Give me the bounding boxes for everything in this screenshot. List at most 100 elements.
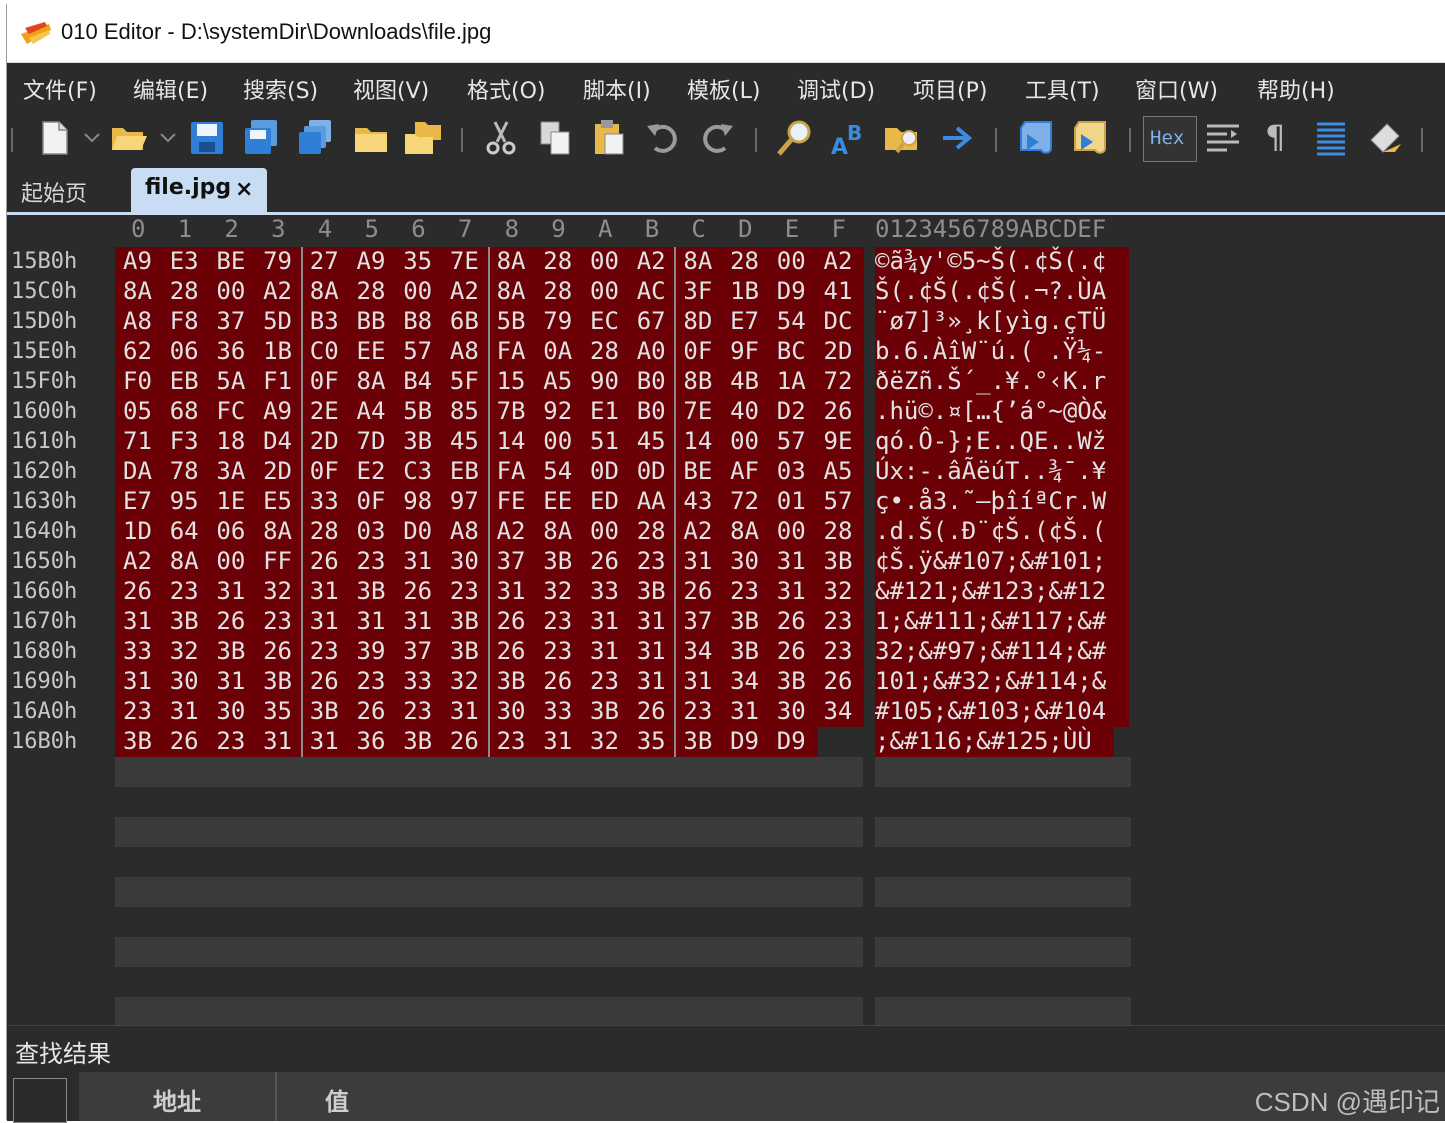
hex-byte[interactable]: 00	[777, 517, 806, 545]
hex-byte[interactable]: 57	[403, 337, 432, 365]
ascii-text[interactable]: .hü©.¤[…{’á°~@Ò&	[875, 397, 1106, 425]
hex-byte[interactable]: 5B	[497, 307, 526, 335]
run-script-icon[interactable]	[1017, 118, 1057, 158]
hex-byte[interactable]: 32	[543, 577, 572, 605]
hex-byte[interactable]: 57	[824, 487, 853, 515]
hex-byte[interactable]: D2	[777, 397, 806, 425]
hex-byte[interactable]: 35	[403, 247, 432, 275]
hex-byte[interactable]: 3B	[357, 577, 386, 605]
hex-byte[interactable]: 64	[170, 517, 199, 545]
hex-byte[interactable]: 3B	[777, 667, 806, 695]
paste-icon[interactable]	[589, 118, 629, 158]
hex-byte[interactable]: 3B	[403, 727, 432, 755]
hex-mode-icon[interactable]: Hex	[1143, 116, 1197, 162]
hex-byte[interactable]: 26	[497, 637, 526, 665]
hex-byte[interactable]: C3	[403, 457, 432, 485]
column-value[interactable]: 值	[277, 1072, 677, 1121]
hex-byte[interactable]: 45	[450, 427, 479, 455]
hex-byte[interactable]: 23	[450, 577, 479, 605]
hex-byte[interactable]: F1	[263, 367, 292, 395]
hex-byte[interactable]: 28	[590, 337, 619, 365]
ascii-text[interactable]: ©ã¾y'©5~Š(.¢Š(.¢	[875, 247, 1106, 275]
hex-byte[interactable]: 3B	[123, 727, 152, 755]
hex-byte[interactable]: 31	[637, 637, 666, 665]
hex-byte[interactable]: 3B	[730, 637, 759, 665]
hex-byte[interactable]: 03	[357, 517, 386, 545]
hex-byte[interactable]: 31	[590, 607, 619, 635]
hex-byte[interactable]: 5D	[263, 307, 292, 335]
hex-byte[interactable]: 31	[683, 667, 712, 695]
hex-byte[interactable]: D0	[403, 517, 432, 545]
hex-byte[interactable]: A8	[450, 517, 479, 545]
hex-byte[interactable]: 26	[824, 397, 853, 425]
hex-byte[interactable]: 3B	[637, 577, 666, 605]
hex-byte[interactable]: 8A	[123, 277, 152, 305]
hex-byte[interactable]: 31	[403, 547, 432, 575]
hex-byte[interactable]: 32	[450, 667, 479, 695]
hex-byte[interactable]: 30	[216, 697, 245, 725]
hex-byte[interactable]: 7D	[357, 427, 386, 455]
hex-byte[interactable]: 31	[170, 697, 199, 725]
hex-byte[interactable]: 3B	[730, 607, 759, 635]
ascii-text[interactable]: Úx:-.âÃëúT..¾¯.¥	[875, 457, 1106, 485]
hex-byte[interactable]: 3B	[403, 427, 432, 455]
cut-icon[interactable]	[481, 118, 521, 158]
ascii-text[interactable]: 1;&#111;&#117;&#	[875, 607, 1106, 635]
hex-byte[interactable]: 00	[777, 247, 806, 275]
hex-byte[interactable]: 31	[683, 547, 712, 575]
hex-byte[interactable]: 28	[730, 247, 759, 275]
ascii-text[interactable]: ;&#116;&#125;ÙÙ	[875, 727, 1092, 755]
hex-byte[interactable]: 00	[216, 547, 245, 575]
compare-icon[interactable]	[1203, 118, 1243, 158]
hex-byte[interactable]: 23	[590, 667, 619, 695]
hex-byte[interactable]: 23	[357, 667, 386, 695]
hex-byte[interactable]: 32	[590, 727, 619, 755]
hex-byte[interactable]: 3B	[170, 607, 199, 635]
hex-byte[interactable]: 30	[777, 697, 806, 725]
hex-byte[interactable]: A9	[263, 397, 292, 425]
hex-byte[interactable]: FA	[497, 457, 526, 485]
hex-byte[interactable]: 32	[170, 637, 199, 665]
hex-byte[interactable]: 95	[170, 487, 199, 515]
close-all-icon[interactable]	[403, 118, 443, 158]
hex-byte[interactable]: E5	[263, 487, 292, 515]
ascii-text[interactable]: ç•.å3.˜—þîíªCr.W	[875, 487, 1106, 515]
hex-byte[interactable]: 06	[170, 337, 199, 365]
hex-byte[interactable]: 26	[824, 667, 853, 695]
hex-byte[interactable]: 9F	[730, 337, 759, 365]
hex-byte[interactable]: EB	[450, 457, 479, 485]
hex-byte[interactable]: 72	[730, 487, 759, 515]
new-file-icon[interactable]	[35, 118, 75, 158]
hex-byte[interactable]: 5A	[216, 367, 245, 395]
hex-byte[interactable]: AF	[730, 457, 759, 485]
hex-byte[interactable]: 23	[497, 727, 526, 755]
hex-byte[interactable]: A2	[497, 517, 526, 545]
hex-byte[interactable]: FF	[263, 547, 292, 575]
hex-byte[interactable]: A2	[263, 277, 292, 305]
hex-byte[interactable]: 23	[730, 577, 759, 605]
hex-byte[interactable]: 36	[216, 337, 245, 365]
hex-byte[interactable]: 0A	[543, 337, 572, 365]
hex-byte[interactable]: 3B	[216, 637, 245, 665]
close-icon[interactable]: ×	[235, 177, 253, 202]
columns-icon[interactable]	[1311, 118, 1351, 158]
hex-byte[interactable]: 31	[590, 637, 619, 665]
hex-byte[interactable]: 26	[263, 637, 292, 665]
hex-byte[interactable]: 5B	[403, 397, 432, 425]
hex-byte[interactable]: 8A	[730, 517, 759, 545]
menu-project[interactable]: 项目(P)	[913, 73, 987, 105]
hex-byte[interactable]: 31	[637, 667, 666, 695]
hex-byte[interactable]: 8A	[170, 547, 199, 575]
hex-byte[interactable]: 35	[637, 727, 666, 755]
hex-byte[interactable]: A9	[357, 247, 386, 275]
hex-byte[interactable]: 18	[216, 427, 245, 455]
hex-byte[interactable]: 33	[543, 697, 572, 725]
find-icon[interactable]	[775, 118, 815, 158]
show-whitespace-icon[interactable]: ¶	[1257, 118, 1297, 158]
hex-byte[interactable]: 26	[777, 637, 806, 665]
hex-byte[interactable]: BE	[216, 247, 245, 275]
hex-byte[interactable]: 00	[730, 427, 759, 455]
hex-byte[interactable]: 26	[590, 547, 619, 575]
hex-byte[interactable]: AC	[637, 277, 666, 305]
hex-byte[interactable]: 14	[497, 427, 526, 455]
